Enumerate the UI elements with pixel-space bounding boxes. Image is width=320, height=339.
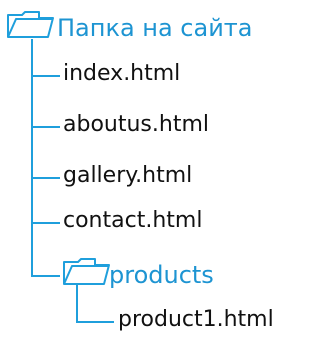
file-index-html: index.html (63, 61, 181, 86)
root-folder-label: Папка на сайта (57, 14, 253, 42)
site-folder-tree: Папка на сайта index.html aboutus.html g… (0, 0, 312, 339)
products-folder-label: products (109, 261, 214, 289)
branch-gallery (31, 177, 60, 179)
folder-open-icon (7, 11, 54, 38)
branch-products (31, 275, 60, 277)
folder-open-icon (63, 258, 110, 285)
file-product1-html: product1.html (118, 307, 274, 332)
file-gallery-html: gallery.html (63, 163, 193, 188)
branch-index (31, 75, 60, 77)
branch-aboutus (31, 126, 60, 128)
file-aboutus-html: aboutus.html (63, 112, 209, 137)
branch-product1 (76, 321, 114, 323)
products-tree-line (76, 285, 78, 323)
file-contact-html: contact.html (63, 208, 203, 233)
branch-contact (31, 222, 60, 224)
